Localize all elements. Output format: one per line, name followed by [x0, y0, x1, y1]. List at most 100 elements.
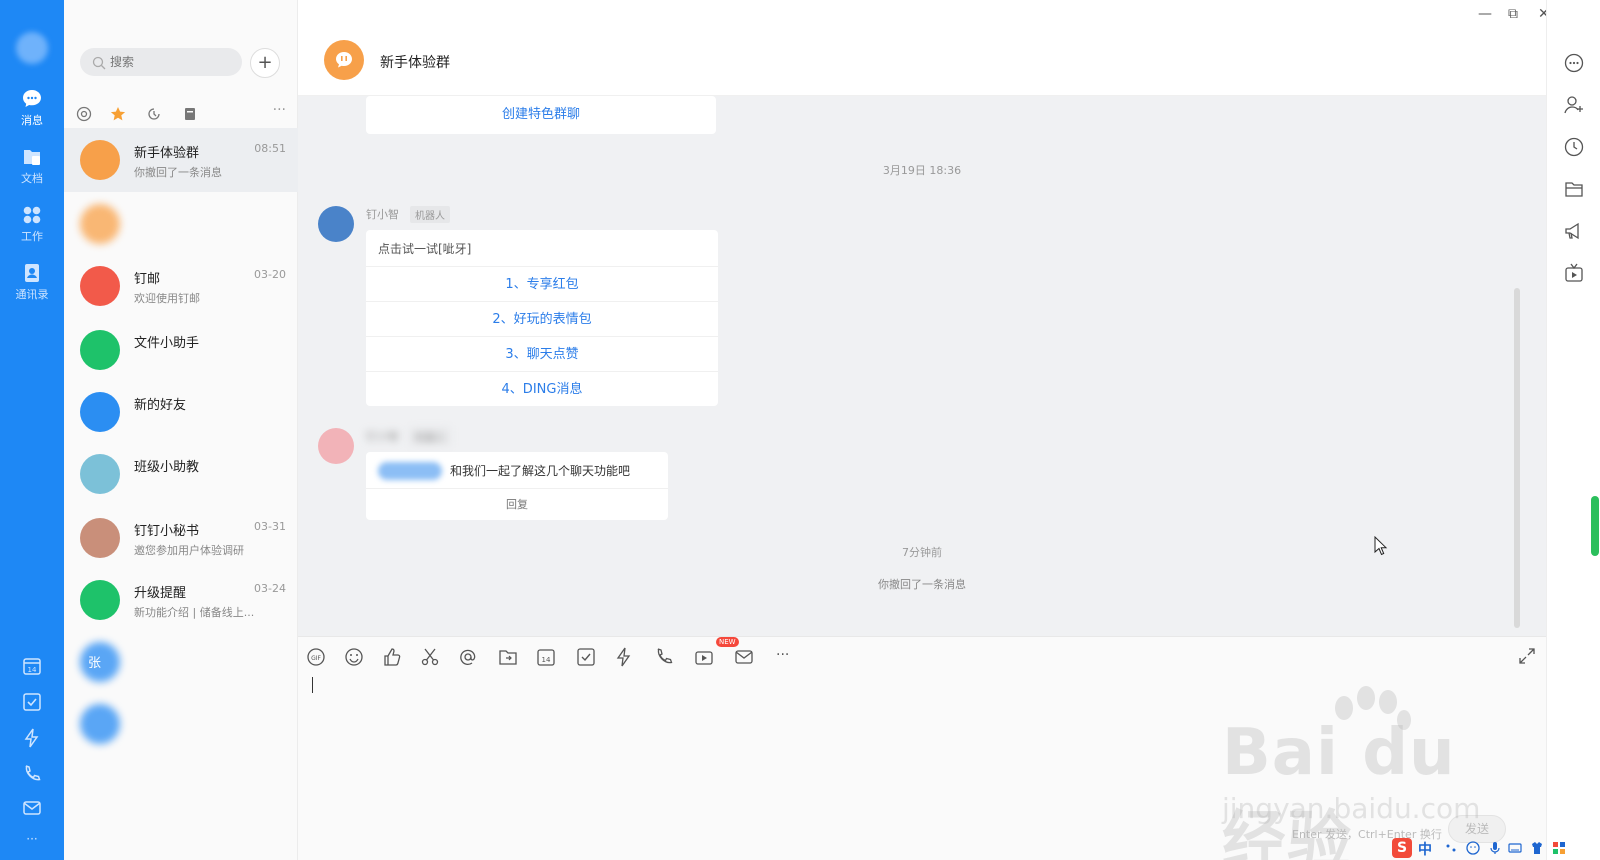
conversation-preview: 欢迎使用钉邮: [134, 292, 200, 305]
add-member-icon[interactable]: [1563, 94, 1585, 116]
phone-call-icon[interactable]: [654, 647, 674, 667]
live-video-icon[interactable]: [694, 647, 714, 667]
todo-check-icon[interactable]: [22, 692, 42, 712]
mail-icon[interactable]: [734, 647, 754, 667]
reply-button[interactable]: 回复: [366, 488, 668, 520]
svg-text:14: 14: [542, 656, 551, 664]
keyboard-icon[interactable]: [1508, 840, 1522, 854]
more-tools-button[interactable]: ···: [776, 647, 796, 667]
punctuation-icon[interactable]: [1444, 840, 1458, 854]
skin-icon[interactable]: [1530, 840, 1544, 854]
expand-icon[interactable]: [1518, 647, 1536, 669]
filter-more-button[interactable]: ···: [273, 102, 286, 118]
conversation-item[interactable]: 班级小助教: [64, 442, 298, 506]
ding-lightning-icon[interactable]: [22, 728, 42, 748]
recall-notice: 你撤回了一条消息: [878, 578, 966, 591]
conversation-item[interactable]: 钉钉小秘书 03-31 邀您参加用户体验调研: [64, 506, 298, 570]
conversation-avatar: [80, 580, 120, 620]
scissors-icon[interactable]: [420, 647, 440, 667]
scrollbar-thumb[interactable]: [1514, 288, 1520, 628]
apps-grid-icon: [21, 204, 43, 226]
folder-icon[interactable]: [498, 647, 518, 667]
chat-bubble-icon: [21, 88, 43, 110]
search-input[interactable]: [110, 48, 234, 76]
more-options-icon[interactable]: [1563, 52, 1585, 74]
announcement-megaphone-icon[interactable]: [1563, 220, 1585, 242]
mail-icon[interactable]: [22, 798, 42, 818]
emoji-icon[interactable]: [344, 647, 364, 667]
toolbox-grid-icon[interactable]: [1552, 840, 1566, 854]
recent-clock-icon[interactable]: [146, 106, 162, 122]
calendar-icon[interactable]: 14: [22, 656, 42, 676]
conversation-item[interactable]: 新手体验群 08:51 你撤回了一条消息: [64, 128, 298, 192]
star-icon[interactable]: [110, 106, 126, 122]
minimize-button[interactable]: —: [1478, 6, 1492, 22]
group-avatar[interactable]: [324, 40, 364, 80]
live-tv-icon[interactable]: [1563, 262, 1585, 284]
files-folder-icon[interactable]: [1563, 178, 1585, 200]
bot-avatar[interactable]: [318, 206, 354, 242]
archive-icon[interactable]: [182, 106, 198, 122]
search-box[interactable]: [80, 48, 242, 76]
conversation-name: 文件小助手: [134, 336, 200, 351]
ding-lightning-icon[interactable]: [614, 647, 634, 667]
message-list: 创建特色群聊 3月19日 18:36 钉小智 机器人 点击试一试[呲牙] 1、专…: [298, 96, 1546, 636]
add-button[interactable]: +: [250, 48, 280, 78]
microphone-icon[interactable]: [1488, 840, 1502, 854]
conversation-avatar: [80, 704, 120, 744]
message-input[interactable]: [312, 673, 1492, 803]
phone-call-icon[interactable]: [22, 764, 42, 784]
ime-language[interactable]: 中: [1418, 839, 1432, 859]
at-mention-icon[interactable]: [76, 106, 92, 122]
nav-item-docs[interactable]: 文档: [0, 146, 64, 186]
search-icon: [92, 55, 106, 74]
mouse-pointer-icon: [1374, 535, 1388, 560]
nav-item-messages[interactable]: 消息: [0, 88, 64, 128]
create-group-button[interactable]: 创建特色群聊: [366, 96, 716, 134]
conversation-item[interactable]: 钉邮 03-20 欢迎使用钉邮: [64, 254, 298, 318]
nav-rail: 消息 文档 工作 通讯录 14 ···: [0, 0, 64, 860]
conversation-item[interactable]: 张: [64, 630, 298, 694]
sogou-ime-icon[interactable]: S: [1392, 838, 1412, 858]
right-toolbar: [1546, 0, 1600, 860]
timestamp: 7分钟前: [902, 546, 942, 559]
thumbs-up-icon[interactable]: [382, 647, 402, 667]
task-check-icon[interactable]: [576, 647, 596, 667]
conversation-name: 新的好友: [134, 398, 187, 413]
conversation-avatar: [80, 330, 120, 370]
conversation-item[interactable]: 文件小助手: [64, 318, 298, 382]
conversation-item[interactable]: 升级提醒 03-24 新功能介绍 | 储备线上...: [64, 568, 298, 632]
at-mention-icon[interactable]: [458, 647, 478, 667]
ime-tray: S 中: [1388, 836, 1600, 860]
message-composer: GIF 14 NEW ··· Enter 发送，Ctrl+Enter 换行 发送: [298, 636, 1546, 860]
restore-button[interactable]: ⧉: [1508, 6, 1518, 22]
nav-item-contacts[interactable]: 通讯录: [0, 262, 64, 302]
menu-option-stickers[interactable]: 2、好玩的表情包: [366, 301, 718, 336]
nav-item-work[interactable]: 工作: [0, 204, 64, 244]
conversation-name: 班级小助教: [134, 460, 200, 475]
svg-text:GIF: GIF: [311, 655, 321, 662]
calendar-icon[interactable]: 14: [536, 647, 556, 667]
history-clock-icon[interactable]: [1563, 136, 1585, 158]
conversation-name: 升级提醒: [134, 586, 187, 601]
bot-avatar[interactable]: [318, 428, 354, 464]
conversation-item[interactable]: 新的好友: [64, 380, 298, 444]
new-badge: NEW: [716, 637, 739, 647]
gif-icon[interactable]: GIF: [306, 647, 326, 667]
conversation-avatar: [80, 204, 120, 244]
menu-option-like[interactable]: 3、聊天点赞: [366, 336, 718, 371]
menu-option-red-packet[interactable]: 1、专享红包: [366, 266, 718, 301]
conversation-item[interactable]: [64, 692, 298, 756]
menu-card: 点击试一试[呲牙] 1、专享红包 2、好玩的表情包 3、聊天点赞 4、DING消…: [366, 230, 718, 406]
menu-option-ding[interactable]: 4、DING消息: [366, 371, 718, 406]
conversation-item[interactable]: [64, 192, 298, 256]
intro-message-card: 和我们一起了解这几个聊天功能吧 回复: [366, 452, 668, 520]
conversation-list-panel: + ··· 新手体验群 08:51 你撤回了一条消息钉邮 03-20 欢迎使用钉邮文件小…: [64, 0, 298, 860]
user-avatar[interactable]: [16, 32, 48, 64]
conversation-avatar: [80, 454, 120, 494]
side-green-handle[interactable]: [1591, 496, 1599, 556]
bot-tag: 机器人: [410, 428, 450, 445]
emoji-icon[interactable]: [1466, 840, 1480, 855]
nav-more-button[interactable]: ···: [0, 832, 64, 846]
menu-intro: 点击试一试[呲牙]: [378, 242, 472, 256]
